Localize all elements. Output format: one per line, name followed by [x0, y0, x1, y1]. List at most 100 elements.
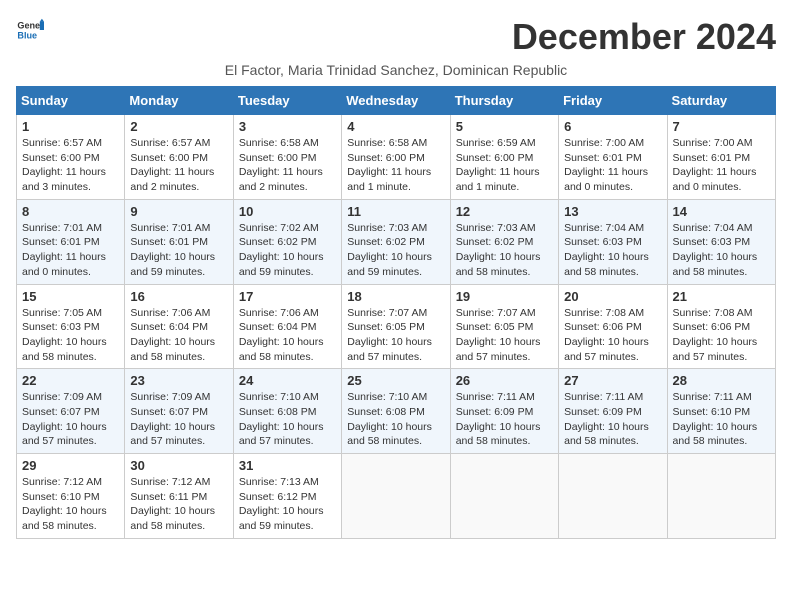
calendar-cell: [342, 454, 450, 539]
calendar-cell: 26Sunrise: 7:11 AM Sunset: 6:09 PM Dayli…: [450, 369, 558, 454]
calendar-table: SundayMondayTuesdayWednesdayThursdayFrid…: [16, 86, 776, 539]
day-number: 16: [130, 289, 227, 304]
weekday-header-monday: Monday: [125, 87, 233, 115]
calendar-cell: 17 Sunrise: 7:06 AM Sunset: 6:04 PM Dayli…: [233, 284, 341, 369]
header: General Blue December 2024: [16, 16, 776, 58]
calendar-cell: 30 Sunrise: 7:12 AM Sunset: 6:11 PM Dayli…: [125, 454, 233, 539]
day-info: Sunrise: 7:03 AM Sunset: 6:02 PM Dayligh…: [347, 221, 444, 280]
day-info: Sunrise: 7:01 AM Sunset: 6:01 PM Dayligh…: [22, 221, 119, 280]
day-info: Sunrise: 7:07 AM Sunset: 6:05 PM Dayligh…: [347, 306, 444, 365]
calendar-cell: 24Sunrise: 7:10 AM Sunset: 6:08 PM Dayli…: [233, 369, 341, 454]
day-number: 27: [564, 373, 661, 388]
day-number: 30: [130, 458, 227, 473]
location-title: El Factor, Maria Trinidad Sanchez, Domin…: [16, 62, 776, 78]
day-info: Sunrise: 7:11 AM Sunset: 6:09 PM Dayligh…: [564, 390, 661, 449]
day-info: Sunrise: 7:13 AM Sunset: 6:12 PM Dayligh…: [239, 475, 336, 534]
day-number: 7: [673, 119, 770, 134]
day-info: Sunrise: 7:12 AM Sunset: 6:10 PM Dayligh…: [22, 475, 119, 534]
calendar-cell: [667, 454, 775, 539]
day-number: 4: [347, 119, 444, 134]
weekday-header-saturday: Saturday: [667, 87, 775, 115]
week-row-3: 22 Sunrise: 7:09 AM Sunset: 6:07 PM Dayli…: [17, 369, 776, 454]
day-number: 8: [22, 204, 119, 219]
calendar-cell: 8 Sunrise: 7:01 AM Sunset: 6:01 PM Daylig…: [17, 199, 125, 284]
week-row-2: 15 Sunrise: 7:05 AM Sunset: 6:03 PM Dayli…: [17, 284, 776, 369]
day-number: 3: [239, 119, 336, 134]
logo-icon: General Blue: [16, 16, 44, 44]
calendar-cell: 9Sunrise: 7:01 AM Sunset: 6:01 PM Daylig…: [125, 199, 233, 284]
day-number: 14: [673, 204, 770, 219]
weekday-header-sunday: Sunday: [17, 87, 125, 115]
day-number: 20: [564, 289, 661, 304]
calendar-cell: 18 Sunrise: 7:07 AM Sunset: 6:05 PM Dayli…: [342, 284, 450, 369]
week-row-4: 29 Sunrise: 7:12 AM Sunset: 6:10 PM Dayli…: [17, 454, 776, 539]
day-number: 5: [456, 119, 553, 134]
weekday-header-friday: Friday: [559, 87, 667, 115]
calendar-cell: 14 Sunrise: 7:04 AM Sunset: 6:03 PM Dayli…: [667, 199, 775, 284]
calendar-cell: 27 Sunrise: 7:11 AM Sunset: 6:09 PM Dayli…: [559, 369, 667, 454]
day-number: 6: [564, 119, 661, 134]
day-info: Sunrise: 7:04 AM Sunset: 6:03 PM Dayligh…: [673, 221, 770, 280]
day-info: Sunrise: 7:12 AM Sunset: 6:11 PM Dayligh…: [130, 475, 227, 534]
week-row-1: 8 Sunrise: 7:01 AM Sunset: 6:01 PM Daylig…: [17, 199, 776, 284]
calendar-cell: 28Sunrise: 7:11 AM Sunset: 6:10 PM Dayli…: [667, 369, 775, 454]
calendar-cell: 21Sunrise: 7:08 AM Sunset: 6:06 PM Dayli…: [667, 284, 775, 369]
day-info: Sunrise: 7:07 AM Sunset: 6:05 PM Dayligh…: [456, 306, 553, 365]
day-info: Sunrise: 7:04 AM Sunset: 6:03 PM Dayligh…: [564, 221, 661, 280]
day-info: Sunrise: 6:57 AM Sunset: 6:00 PM Dayligh…: [22, 136, 119, 195]
calendar-cell: 4 Sunrise: 6:58 AM Sunset: 6:00 PM Daylig…: [342, 115, 450, 200]
day-number: 1: [22, 119, 119, 134]
day-number: 22: [22, 373, 119, 388]
svg-text:Blue: Blue: [17, 30, 37, 40]
day-number: 23: [130, 373, 227, 388]
title-area: December 2024: [512, 16, 776, 58]
day-info: Sunrise: 7:09 AM Sunset: 6:07 PM Dayligh…: [130, 390, 227, 449]
calendar-cell: 10Sunrise: 7:02 AM Sunset: 6:02 PM Dayli…: [233, 199, 341, 284]
calendar-cell: 1 Sunrise: 6:57 AM Sunset: 6:00 PM Daylig…: [17, 115, 125, 200]
day-info: Sunrise: 7:00 AM Sunset: 6:01 PM Dayligh…: [564, 136, 661, 195]
day-number: 11: [347, 204, 444, 219]
day-info: Sunrise: 7:06 AM Sunset: 6:04 PM Dayligh…: [130, 306, 227, 365]
day-info: Sunrise: 6:58 AM Sunset: 6:00 PM Dayligh…: [347, 136, 444, 195]
day-number: 9: [130, 204, 227, 219]
day-number: 28: [673, 373, 770, 388]
calendar-cell: 31Sunrise: 7:13 AM Sunset: 6:12 PM Dayli…: [233, 454, 341, 539]
day-number: 18: [347, 289, 444, 304]
day-info: Sunrise: 6:58 AM Sunset: 6:00 PM Dayligh…: [239, 136, 336, 195]
calendar-cell: 7 Sunrise: 7:00 AM Sunset: 6:01 PM Daylig…: [667, 115, 775, 200]
calendar-cell: 20Sunrise: 7:08 AM Sunset: 6:06 PM Dayli…: [559, 284, 667, 369]
calendar-cell: 2 Sunrise: 6:57 AM Sunset: 6:00 PM Daylig…: [125, 115, 233, 200]
weekday-header-wednesday: Wednesday: [342, 87, 450, 115]
weekday-header-thursday: Thursday: [450, 87, 558, 115]
day-number: 2: [130, 119, 227, 134]
day-number: 24: [239, 373, 336, 388]
calendar-cell: 11 Sunrise: 7:03 AM Sunset: 6:02 PM Dayli…: [342, 199, 450, 284]
week-row-0: 1 Sunrise: 6:57 AM Sunset: 6:00 PM Daylig…: [17, 115, 776, 200]
day-info: Sunrise: 6:59 AM Sunset: 6:00 PM Dayligh…: [456, 136, 553, 195]
day-info: Sunrise: 7:02 AM Sunset: 6:02 PM Dayligh…: [239, 221, 336, 280]
calendar-cell: [450, 454, 558, 539]
day-number: 26: [456, 373, 553, 388]
day-info: Sunrise: 7:06 AM Sunset: 6:04 PM Dayligh…: [239, 306, 336, 365]
calendar-cell: 16 Sunrise: 7:06 AM Sunset: 6:04 PM Dayli…: [125, 284, 233, 369]
day-number: 17: [239, 289, 336, 304]
calendar-cell: [559, 454, 667, 539]
day-info: Sunrise: 7:00 AM Sunset: 6:01 PM Dayligh…: [673, 136, 770, 195]
day-number: 12: [456, 204, 553, 219]
calendar-cell: 13 Sunrise: 7:04 AM Sunset: 6:03 PM Dayli…: [559, 199, 667, 284]
day-info: Sunrise: 6:57 AM Sunset: 6:00 PM Dayligh…: [130, 136, 227, 195]
calendar-cell: 19 Sunrise: 7:07 AM Sunset: 6:05 PM Dayli…: [450, 284, 558, 369]
day-info: Sunrise: 7:10 AM Sunset: 6:08 PM Dayligh…: [347, 390, 444, 449]
day-info: Sunrise: 7:05 AM Sunset: 6:03 PM Dayligh…: [22, 306, 119, 365]
calendar-cell: 29 Sunrise: 7:12 AM Sunset: 6:10 PM Dayli…: [17, 454, 125, 539]
calendar-cell: 3 Sunrise: 6:58 AM Sunset: 6:00 PM Daylig…: [233, 115, 341, 200]
day-number: 19: [456, 289, 553, 304]
day-info: Sunrise: 7:03 AM Sunset: 6:02 PM Dayligh…: [456, 221, 553, 280]
day-info: Sunrise: 7:09 AM Sunset: 6:07 PM Dayligh…: [22, 390, 119, 449]
day-number: 29: [22, 458, 119, 473]
calendar-cell: 6 Sunrise: 7:00 AM Sunset: 6:01 PM Daylig…: [559, 115, 667, 200]
calendar-cell: 22 Sunrise: 7:09 AM Sunset: 6:07 PM Dayli…: [17, 369, 125, 454]
day-number: 13: [564, 204, 661, 219]
calendar-cell: 23 Sunrise: 7:09 AM Sunset: 6:07 PM Dayli…: [125, 369, 233, 454]
day-number: 15: [22, 289, 119, 304]
